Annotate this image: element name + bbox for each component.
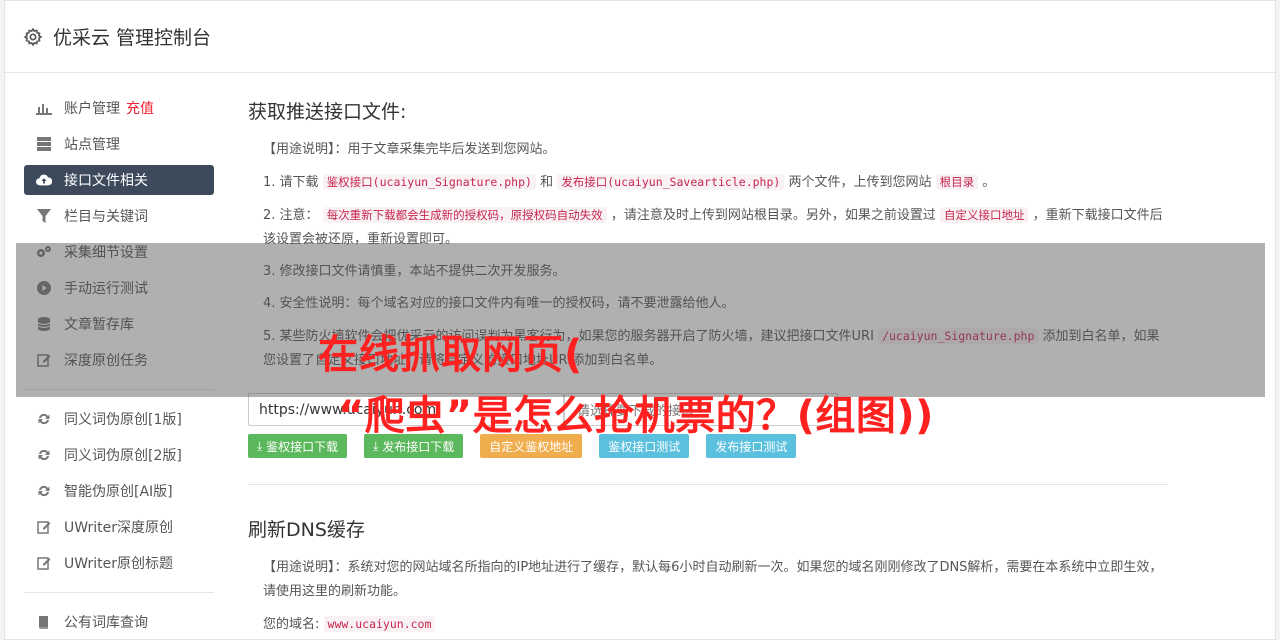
- sidebar-item-interface-files[interactable]: 接口文件相关: [24, 165, 214, 195]
- book-icon: [36, 614, 52, 630]
- step-1: 1. 请下载 鉴权接口(ucaiyun_Signature.php) 和 发布接…: [263, 170, 1168, 195]
- code-publish-file: 发布接口(ucaiyun_Savearticle.php): [557, 174, 785, 190]
- step-text: 和: [540, 175, 554, 190]
- bar-chart-icon: [36, 100, 52, 116]
- sidebar-item-uwriter-deep[interactable]: UWriter深度原创: [24, 512, 214, 542]
- step-text: 1. 请下载: [263, 175, 319, 190]
- sidebar-item-label: 同义词伪原创[1版]: [64, 412, 182, 428]
- code-custom-url: 自定义接口地址: [939, 207, 1029, 223]
- sidebar-item-ai-pseudo[interactable]: 智能伪原创[AI版]: [24, 476, 214, 506]
- sidebar-divider: [24, 592, 214, 593]
- filter-icon: [36, 208, 52, 224]
- section-title: 获取推送接口文件:: [248, 101, 407, 123]
- sidebar-item-label: 接口文件相关: [64, 173, 148, 189]
- step-text: ，请注意及时上传到网站根目录。另外，如果之前设置过: [610, 208, 936, 223]
- sidebar-item-label: 站点管理: [64, 137, 120, 153]
- sidebar-item-label: 账户管理: [64, 101, 120, 117]
- sidebar-item-sites[interactable]: 站点管理: [24, 129, 214, 159]
- download-icon: ⤓: [257, 438, 267, 453]
- sidebar-item-account[interactable]: 账户管理 充值: [24, 93, 214, 123]
- sidebar-item-public-dict[interactable]: 公有词库查询: [24, 607, 214, 637]
- edit-icon: [36, 519, 52, 535]
- section-divider: [248, 484, 1168, 485]
- step-text: 。: [982, 175, 996, 190]
- cloud-upload-icon: [36, 172, 52, 188]
- button-label: 鉴权接口下载: [266, 439, 339, 454]
- recharge-link[interactable]: 充值: [126, 98, 154, 118]
- sidebar-item-columns-keywords[interactable]: 栏目与关键词: [24, 201, 214, 231]
- sidebar-item-synonym-v1[interactable]: 同义词伪原创[1版]: [24, 404, 214, 434]
- page-title: 优采云 管理控制台: [53, 27, 212, 49]
- edit-icon: [36, 555, 52, 571]
- domain-value: www.ucaiyun.com: [323, 616, 436, 632]
- overlay-title-line2: “爬虫”是怎么抢机票的？(组图)): [338, 393, 934, 439]
- dns-usage-text: 【用途说明】：系统对您的网站域名所指向的IP地址进行了缓存，默认每6小时自动刷新…: [263, 560, 1163, 599]
- refresh-icon: [36, 447, 52, 463]
- domain-row: 您的域名: www.ucaiyun.com: [263, 612, 1168, 637]
- section-title-dns: 刷新DNS缓存: [248, 519, 365, 541]
- step-text: 两个文件，上传到您网站: [788, 175, 932, 190]
- sidebar-item-label: UWriter深度原创: [64, 520, 173, 536]
- server-icon: [36, 136, 52, 152]
- sidebar-item-label: 公有词库查询: [64, 615, 148, 631]
- overlay-band: [16, 243, 1265, 397]
- code-root-dir: 根目录: [935, 174, 979, 190]
- sidebar-item-label: 同义词伪原创[2版]: [64, 448, 182, 464]
- domain-label: 您的域名:: [263, 617, 320, 632]
- sidebar-item-label: 智能伪原创[AI版]: [64, 484, 173, 500]
- download-auth-button[interactable]: ⤓ 鉴权接口下载: [248, 434, 348, 458]
- code-warning: 每次重新下载都会生成新的授权码，原授权码自动失效: [322, 207, 607, 223]
- refresh-icon: [36, 483, 52, 499]
- overlay-title-line1: 在线抓取网页(: [318, 332, 584, 378]
- header: 优采云 管理控制台: [5, 1, 1275, 73]
- sidebar-item-label: 栏目与关键词: [64, 209, 148, 225]
- sidebar-item-label: UWriter原创标题: [64, 556, 173, 572]
- gear-icon: [23, 27, 43, 46]
- step-text: 2. 注意：: [263, 208, 319, 223]
- sidebar-item-synonym-v2[interactable]: 同义词伪原创[2版]: [24, 440, 214, 470]
- usage-text: 【用途说明】：用于文章采集完毕后发送到您网站。: [263, 142, 556, 157]
- sidebar-item-uwriter-title[interactable]: UWriter原创标题: [24, 548, 214, 578]
- code-auth-file: 鉴权接口(ucaiyun_Signature.php): [322, 174, 536, 190]
- refresh-icon: [36, 411, 52, 427]
